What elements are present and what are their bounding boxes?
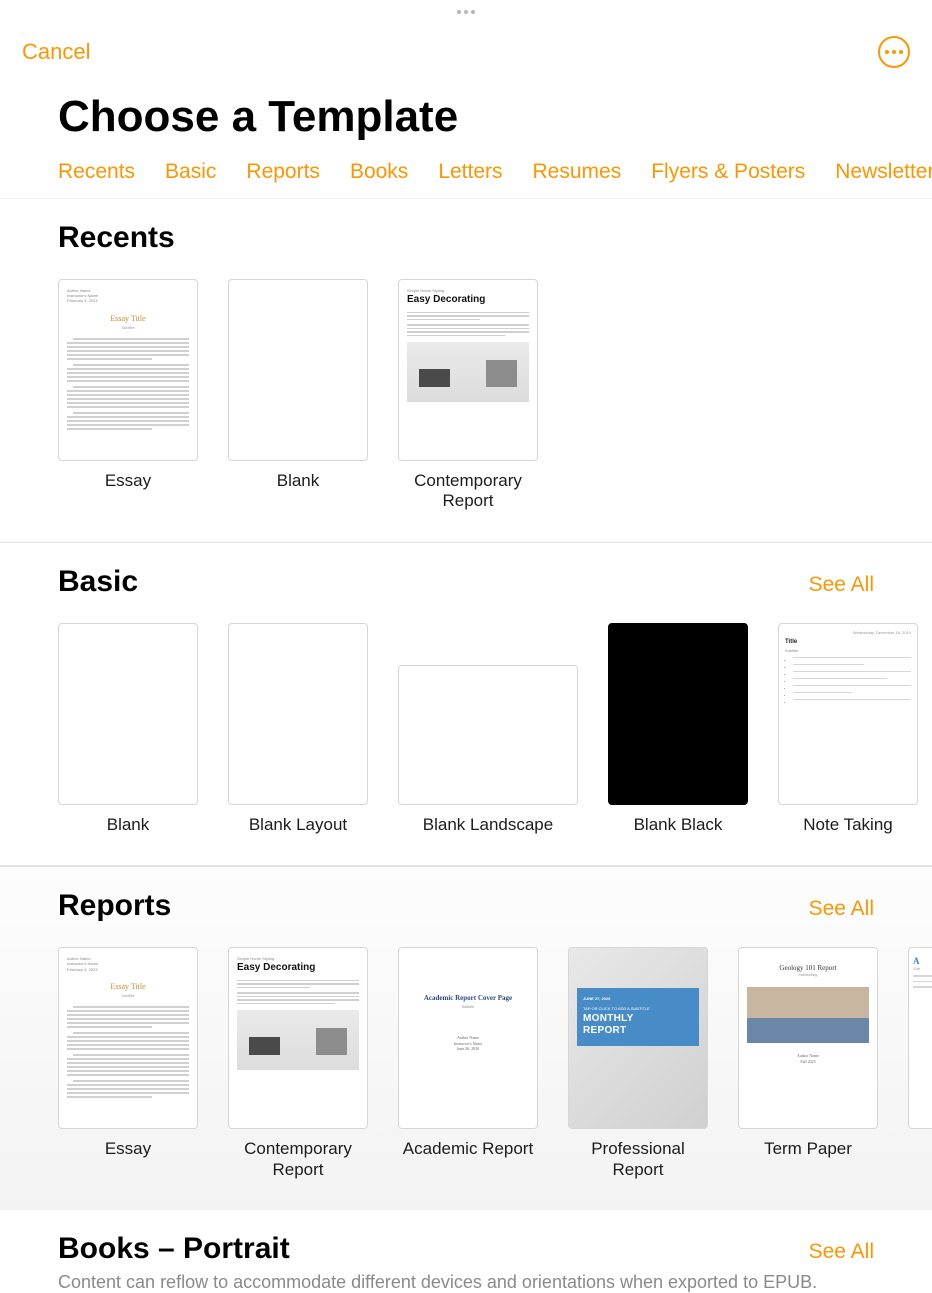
template-essay[interactable]: Author NameInstructor's NameFebruary 4, … [58,279,198,491]
template-thumbnail [58,623,198,805]
template-thumbnail: Geology 101 Report Subheading Author Nam… [738,947,878,1129]
tab-books[interactable]: Books [350,160,408,184]
section-description-books: Content can reflow to accommodate differ… [58,1272,932,1293]
section-recents: Recents Author NameInstructor's NameFebr… [0,198,932,543]
template-label: Essay [58,471,198,491]
template-label: Contemporary Report [398,471,538,512]
template-thumbnail: A Sub [908,947,932,1129]
section-title-reports: Reports [58,889,171,923]
category-tabs: Recents Basic Reports Books Letters Resu… [0,160,932,198]
tab-recents[interactable]: Recents [58,160,135,184]
tab-letters[interactable]: Letters [438,160,502,184]
template-thumbnail: JUNE 27, 2020 TAP OR CLICK TO ADD A SUBT… [568,947,708,1129]
template-contemporary-report[interactable]: Simple Home Styling Easy Decorating Cont… [228,947,368,1180]
section-title-recents: Recents [58,221,175,255]
window-drag-handle [457,10,475,14]
template-thumbnail [228,623,368,805]
template-thumbnail [608,623,748,805]
template-contemporary-report[interactable]: Simple Home Styling Easy Decorating Cont… [398,279,538,512]
template-blank[interactable]: Blank [58,623,198,835]
template-thumbnail: Simple Home Styling Easy Decorating [398,279,538,461]
reports-row: Author NameInstructor's NameFebruary 4, … [58,923,932,1210]
template-label: Essay [58,1139,198,1159]
basic-row: Blank Blank Layout Blank Landscape Blank… [58,599,932,865]
template-label: Term Paper [738,1139,878,1159]
template-blank-black[interactable]: Blank Black [608,623,748,835]
section-title-basic: Basic [58,565,138,599]
template-label: Contemporary Report [228,1139,368,1180]
template-blank-landscape[interactable]: Blank Landscape [398,623,578,835]
template-label: Blank Layout [228,815,368,835]
tab-newsletters[interactable]: Newsletters [835,160,932,184]
see-all-reports[interactable]: See All [809,897,874,921]
template-essay[interactable]: Author NameInstructor's NameFebruary 4, … [58,947,198,1159]
template-label: Blank Landscape [398,815,578,835]
template-label: Blank [228,471,368,491]
tab-resumes[interactable]: Resumes [533,160,622,184]
template-thumbnail: Academic Report Cover Page Subtitle Auth… [398,947,538,1129]
template-thumbnail [398,665,578,805]
template-blank[interactable]: Blank [228,279,368,491]
see-all-books[interactable]: See All [809,1240,874,1264]
template-thumbnail: Wednesday, December 18, 2019 Title Subti… [778,623,918,805]
template-note-taking[interactable]: Wednesday, December 18, 2019 Title Subti… [778,623,918,835]
template-label: Academic Report [398,1139,538,1159]
section-books: Books – Portrait See All Content can ref… [0,1210,932,1293]
template-term-paper[interactable]: Geology 101 Report Subheading Author Nam… [738,947,878,1159]
template-thumbnail [228,279,368,461]
section-basic: Basic See All Blank Blank Layout Blank L… [0,543,932,866]
section-reports: Reports See All Author NameInstructor's … [0,866,932,1210]
template-blank-layout[interactable]: Blank Layout [228,623,368,835]
template-academic-report[interactable]: Academic Report Cover Page Subtitle Auth… [398,947,538,1159]
recents-row: Author NameInstructor's NameFebruary 4, … [58,255,932,542]
tab-reports[interactable]: Reports [246,160,320,184]
template-label: Professional Report [568,1139,708,1180]
ellipsis-icon [885,50,889,54]
tab-basic[interactable]: Basic [165,160,216,184]
cancel-button[interactable]: Cancel [22,39,90,65]
template-partial[interactable]: A Sub [908,947,932,1129]
template-professional-report[interactable]: JUNE 27, 2020 TAP OR CLICK TO ADD A SUBT… [568,947,708,1180]
more-options-button[interactable] [878,36,910,68]
tab-flyers-posters[interactable]: Flyers & Posters [651,160,805,184]
template-thumbnail: Author NameInstructor's NameFebruary 4, … [58,279,198,461]
template-label: Note Taking [778,815,918,835]
template-label: Blank [58,815,198,835]
page-title: Choose a Template [0,68,932,160]
see-all-basic[interactable]: See All [809,573,874,597]
template-thumbnail: Simple Home Styling Easy Decorating [228,947,368,1129]
section-title-books: Books – Portrait [58,1232,290,1266]
template-thumbnail: Author NameInstructor's NameFebruary 4, … [58,947,198,1129]
template-label: Blank Black [608,815,748,835]
